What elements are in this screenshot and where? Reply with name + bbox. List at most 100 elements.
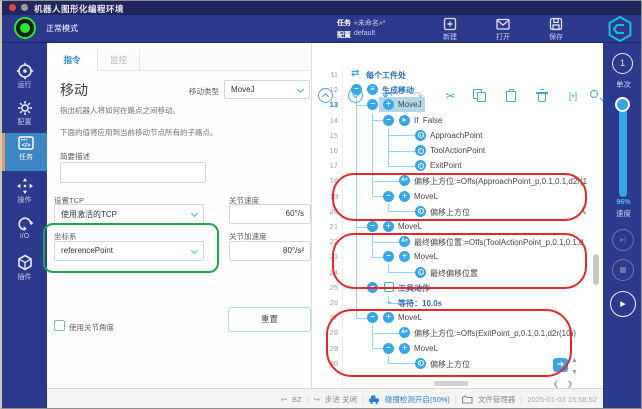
wait-arrow-icon: →: [383, 296, 393, 307]
brief-input[interactable]: [60, 162, 206, 183]
tree-node-label[interactable]: MoveL: [414, 252, 438, 261]
program-tree-panel: ↶↷✂[+] 11⇄每个工件处12−≡生成移动13−+MoveJ14−▸If F…: [312, 43, 603, 388]
scroll-left-icon[interactable]: ❮: [553, 380, 559, 388]
insert-icon[interactable]: [+]: [564, 88, 581, 105]
collision-status[interactable]: 碰撞检测开启(50%): [385, 394, 450, 405]
tree-node-label[interactable]: 工具动作: [398, 283, 430, 294]
scroll-right-icon[interactable]: ❯: [567, 380, 573, 388]
move-icon: +: [383, 312, 394, 323]
scroll-down-icon[interactable]: ▼: [571, 369, 578, 376]
collapse-icon[interactable]: −: [383, 115, 394, 126]
jump-to-node-icon[interactable]: ➔: [553, 358, 568, 372]
tree-node-label[interactable]: ExitPoint: [430, 161, 462, 170]
delete-icon[interactable]: [534, 88, 551, 105]
step-mode-label[interactable]: 步进 关闭: [325, 394, 357, 405]
tree-node-label[interactable]: 等待：10.0s: [398, 298, 442, 309]
tree-connector: [356, 318, 367, 319]
move-icon: +: [399, 343, 410, 354]
collapse-icon[interactable]: −: [383, 251, 394, 262]
tree-node-label[interactable]: MoveL: [398, 313, 422, 322]
collapse-icon[interactable]: −: [367, 312, 378, 323]
tree-node-label[interactable]: ApproachPoint: [430, 131, 482, 140]
sidebar-item-config[interactable]: 配置: [2, 98, 47, 134]
tree-node-label[interactable]: 偏移上方位: [430, 359, 470, 370]
tree-node-label[interactable]: MoveL: [398, 222, 422, 231]
tree-line-number: 11: [312, 70, 338, 79]
frame-select[interactable]: referencePoint: [54, 241, 204, 261]
status-bar: ↩ BZ | ↪ 步进 关闭 | 碰撞检测开启(50%) | 文件管理器 | 2…: [47, 388, 603, 409]
collapse-icon[interactable]: −: [383, 191, 394, 202]
waypoint-icon: [415, 160, 426, 171]
tree-node-label[interactable]: 偏移上方位:=Offs(ExitPoint_p,0.1,0.1,d2r(10)): [414, 328, 576, 339]
close-window-icon[interactable]: [9, 4, 16, 11]
collapse-icon[interactable]: −: [367, 282, 378, 293]
use-joint-angle-checkbox[interactable]: [54, 320, 65, 331]
tcp-select[interactable]: 使用激活的TCP: [54, 204, 204, 224]
paste-icon[interactable]: [503, 88, 520, 105]
tree-line-number: 17: [312, 161, 338, 170]
tree-line-number: 13: [312, 100, 338, 109]
open-label: 打开: [496, 34, 510, 41]
horizontal-scrollbar[interactable]: [434, 381, 468, 386]
collapse-icon[interactable]: −: [367, 99, 378, 110]
speed-slider[interactable]: [619, 101, 627, 197]
tree-node-label[interactable]: 生成移动: [382, 85, 414, 96]
tree-connector: [356, 287, 367, 288]
tree-node-label[interactable]: MoveL: [414, 344, 438, 353]
scroll-up-icon[interactable]: ▲: [571, 357, 578, 364]
tree-connector: [388, 211, 415, 212]
play-button[interactable]: ▸: [610, 291, 636, 317]
tree-node-label[interactable]: 每个工件处: [366, 70, 406, 81]
stop-button[interactable]: [612, 259, 634, 281]
tree-node-label[interactable]: MoveL: [414, 192, 438, 201]
tree-node-label[interactable]: 偏移上方位: [430, 207, 470, 218]
sidebar-item-task[interactable]: </>任务: [2, 133, 47, 171]
sidebar-item-run[interactable]: 运行: [2, 61, 47, 97]
collapse-icon[interactable]: −: [367, 221, 378, 232]
tree-node-label[interactable]: ToolActionPoint: [430, 146, 485, 155]
collapse-panel-icon[interactable]: ❮: [580, 204, 588, 215]
tree-line-number: 23: [312, 252, 338, 261]
tool-action-icon: [384, 282, 394, 292]
sidebar-item-operate[interactable]: 操作: [2, 176, 47, 212]
reset-button[interactable]: 重置: [228, 307, 311, 332]
file-manager-label[interactable]: 文件管理器: [478, 394, 516, 405]
vertical-scrollbar[interactable]: [593, 254, 599, 285]
joint-speed-input[interactable]: 60°/s: [229, 204, 311, 224]
sidebar-item-io[interactable]: I/O: [2, 214, 47, 250]
tree-connector: [372, 120, 383, 121]
tree-node-label[interactable]: 最终偏移位置: [430, 268, 478, 279]
chevron-down-icon: [191, 247, 198, 254]
tree-line-number: 15: [312, 131, 338, 140]
brief-label: 简要描述: [60, 151, 90, 162]
tree-line-number: 14: [312, 116, 338, 125]
assign-icon: A=: [399, 327, 410, 338]
joint-accel-input[interactable]: 80°/s²: [229, 241, 311, 261]
tree-connector: [388, 363, 415, 364]
single-run-icon[interactable]: 1: [612, 53, 633, 74]
tree-node-label[interactable]: If False: [414, 116, 442, 125]
search-icon[interactable]: [588, 88, 603, 105]
tree-node-label[interactable]: 偏移上方位:=Offs(ApproachPoint_p,0.1,0.1,d2r(…: [414, 176, 587, 187]
tree-connector: [388, 272, 415, 273]
save-button[interactable]: 保存: [536, 16, 576, 42]
copy-icon[interactable]: [472, 88, 489, 105]
speed-slider-knob[interactable]: [615, 97, 630, 112]
tree-node-label[interactable]: MoveJ: [398, 100, 422, 109]
tree-line-number: 12: [312, 85, 338, 94]
sidebar-item-plugin[interactable]: 插件: [2, 253, 47, 289]
open-button[interactable]: 打开: [483, 16, 523, 42]
sidebar-item-label: 插件: [18, 274, 32, 281]
minimize-window-icon[interactable]: [21, 4, 28, 11]
new-button[interactable]: 新建: [430, 16, 470, 42]
step-button[interactable]: ▸|: [612, 229, 634, 251]
tree-node-label[interactable]: 最终偏移位置:=Offs(ToolActionPoint_p,0.1,0.1,d: [414, 237, 583, 248]
bz-icon: ↩: [281, 395, 287, 404]
collapse-icon[interactable]: −: [383, 343, 394, 354]
app-window: 机器人图形化编程环境 正常模式 任务 «未命名»* 配置 default 新建打…: [0, 0, 642, 409]
tab-monitor[interactable]: 监控: [98, 49, 140, 71]
cut-icon[interactable]: ✂: [442, 88, 459, 105]
header-bar: 正常模式 任务 «未命名»* 配置 default 新建打开保存: [2, 15, 641, 43]
tab-instruction[interactable]: 指令: [47, 49, 98, 71]
move-type-select[interactable]: MoveJ: [224, 80, 310, 99]
